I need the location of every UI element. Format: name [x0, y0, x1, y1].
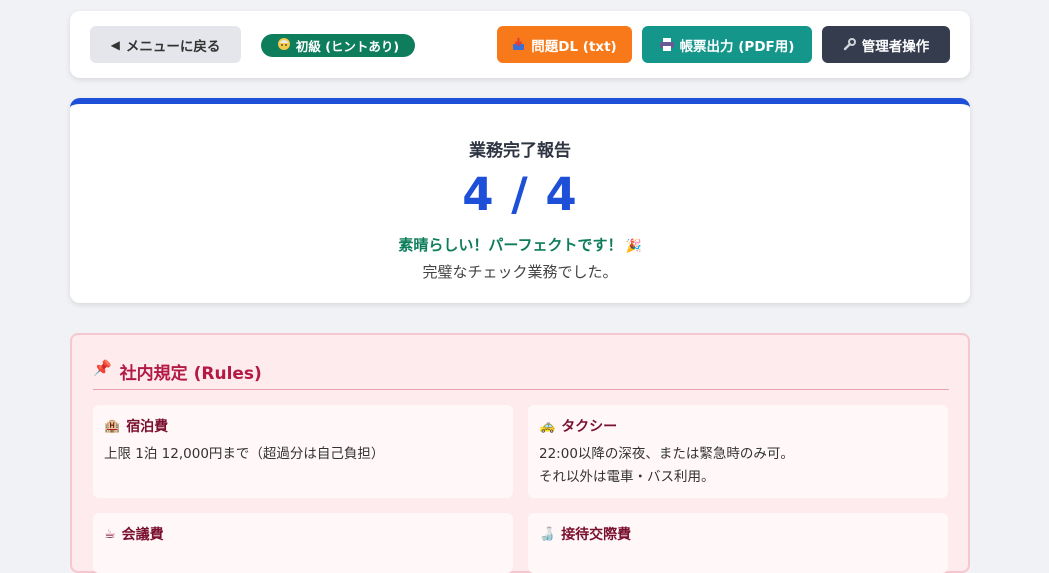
rule-card-meeting: ☕ 会議費: [93, 513, 513, 573]
level-label: 初級 (ヒントあり): [295, 39, 400, 54]
result-title: 業務完了報告: [469, 141, 571, 161]
download-icon: [512, 38, 525, 51]
rule-card-hotel: 🏨 宿泊費 上限 1泊 12,000円まで（超過分は自己負担）: [93, 405, 513, 498]
rule-card-body: 上限 1泊 12,000円まで（超過分は自己負担）: [104, 446, 385, 462]
top-toolbar: ◀ メニューに戻る 初級 (ヒントあり) 問題DL (txt) 帳票出力 (PD…: [70, 11, 970, 78]
back-button-label: メニューに戻る: [125, 38, 221, 55]
party-popper-icon: 🎉: [625, 239, 642, 254]
rule-card-title-text: タクシー: [561, 419, 618, 435]
taxi-icon: 🚕: [539, 418, 556, 434]
rule-card-title: 🍶 接待交際費: [539, 524, 631, 544]
printer-icon: [659, 38, 674, 51]
admin-operations-button[interactable]: 管理者操作: [822, 26, 950, 63]
rule-card-title: 🚕 タクシー: [539, 416, 617, 436]
hotel-icon: 🏨: [104, 418, 121, 434]
result-panel: 業務完了報告 4 / 4 素晴らしい！パーフェクトです！ 🎉 完璧なチェック業務で…: [70, 98, 970, 303]
download-problem-button[interactable]: 問題DL (txt): [497, 26, 632, 63]
rules-heading: 📌 社内規定 (Rules): [93, 359, 949, 390]
rule-card-entertainment: 🍶 接待交際費: [528, 513, 948, 573]
drink-icon: 🍶: [539, 526, 556, 542]
rule-card-title-text: 接待交際費: [561, 527, 632, 543]
beginner-face-icon: [277, 37, 291, 54]
rule-card-taxi: 🚕 タクシー 22:00以降の深夜、または緊急時のみ可。 それ以外は電車・バス利…: [528, 405, 948, 498]
level-badge: 初級 (ヒントあり): [261, 34, 415, 57]
triangle-left-icon: ◀: [110, 37, 120, 52]
praise-text: 素晴らしい！パーフェクトです！: [398, 236, 623, 254]
pdf-export-button[interactable]: 帳票出力 (PDF用): [642, 26, 812, 63]
rule-card-title: 🏨 宿泊費: [104, 416, 168, 436]
admin-button-label: 管理者操作: [861, 38, 930, 55]
rules-panel: 📌 社内規定 (Rules) 🏨 宿泊費 上限 1泊 12,000円まで（超過分…: [70, 333, 970, 573]
praise-message: 素晴らしい！パーフェクトです！ 🎉: [70, 234, 970, 255]
score-display: 4 / 4: [462, 168, 578, 221]
rule-card-title: ☕ 会議費: [104, 524, 164, 544]
rule-card-title-text: 会議費: [121, 527, 164, 543]
pdf-button-label: 帳票出力 (PDF用): [679, 38, 795, 55]
wrench-icon: [843, 38, 856, 51]
coffee-icon: ☕: [104, 526, 116, 542]
rules-title: 社内規定 (Rules): [119, 364, 262, 384]
back-to-menu-button[interactable]: ◀ メニューに戻る: [90, 26, 241, 63]
rule-card-title-text: 宿泊費: [126, 419, 169, 435]
download-button-label: 問題DL (txt): [531, 38, 617, 55]
rule-card-body: 22:00以降の深夜、または緊急時のみ可。 それ以外は電車・バス利用。: [539, 446, 794, 485]
result-comment: 完璧なチェック業務でした。: [422, 263, 618, 281]
pushpin-icon: 📌: [93, 359, 112, 377]
